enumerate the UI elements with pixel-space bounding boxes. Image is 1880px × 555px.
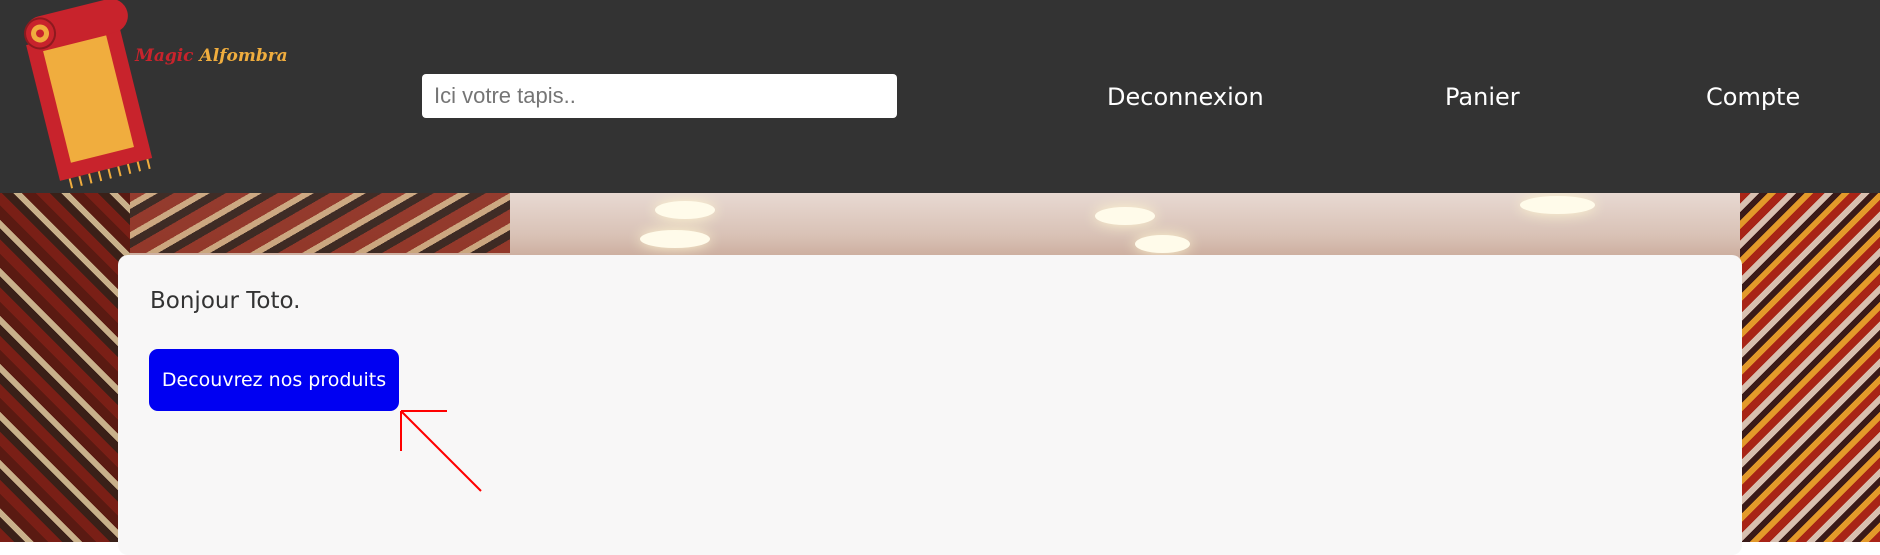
nav-logout-link[interactable]: Deconnexion [1107,81,1264,113]
logo-text: Magic Alfombra [135,46,288,66]
search-input[interactable] [422,74,897,118]
ceiling-light [1520,196,1595,214]
site-logo[interactable]: Magic Alfombra [14,0,288,190]
rug-logo-icon [24,0,153,189]
ceiling-light [640,230,710,248]
hero-hanging-rugs [130,193,510,253]
hero-right-rugs [1740,193,1880,542]
nav-cart-link[interactable]: Panier [1445,81,1520,113]
logo-word-magic: Magic [135,46,194,66]
header-bar: MagicAlfombra Deconnexion Panier Compte [0,0,1880,193]
ceiling-light [1095,207,1155,225]
ceiling-light [655,201,715,219]
discover-products-button[interactable]: Decouvrez nos produits [149,349,399,411]
hero-left-rugs [0,193,130,542]
nav-account-link[interactable]: Compte [1706,81,1800,113]
logo-word-alfombra: Alfombra [199,46,288,66]
ceiling-light [1135,235,1190,253]
greeting-text: Bonjour Toto. [150,288,301,314]
red-arrow-icon [400,410,482,492]
